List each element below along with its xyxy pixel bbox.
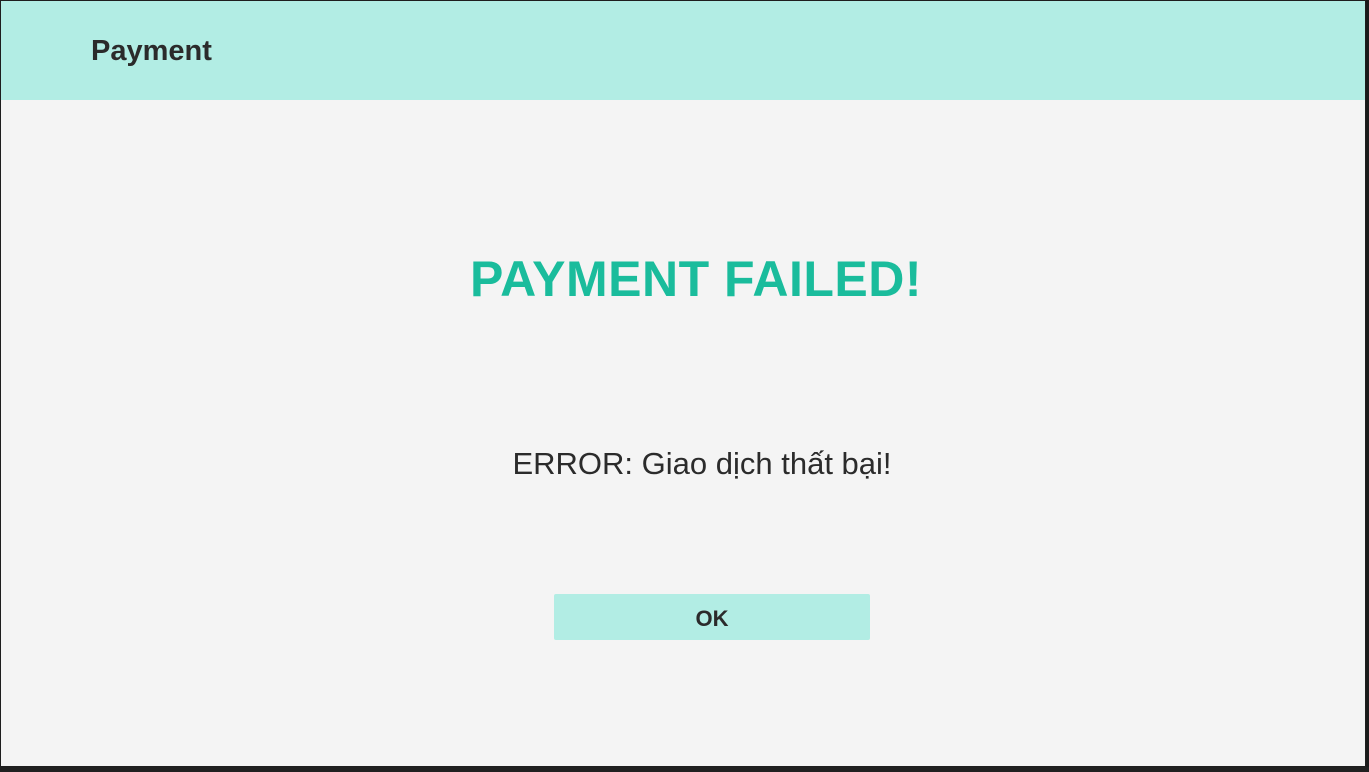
taskbar-strip [0, 767, 1369, 772]
payment-status-title: PAYMENT FAILED! [470, 251, 922, 307]
ok-button[interactable]: OK [554, 594, 870, 640]
error-message: ERROR: Giao dịch thất bại! [512, 446, 892, 481]
header-bar: Payment [1, 1, 1365, 100]
payment-window: Payment PAYMENT FAILED! ERROR: Giao dịch… [0, 0, 1366, 767]
window-title: Payment [91, 35, 212, 67]
